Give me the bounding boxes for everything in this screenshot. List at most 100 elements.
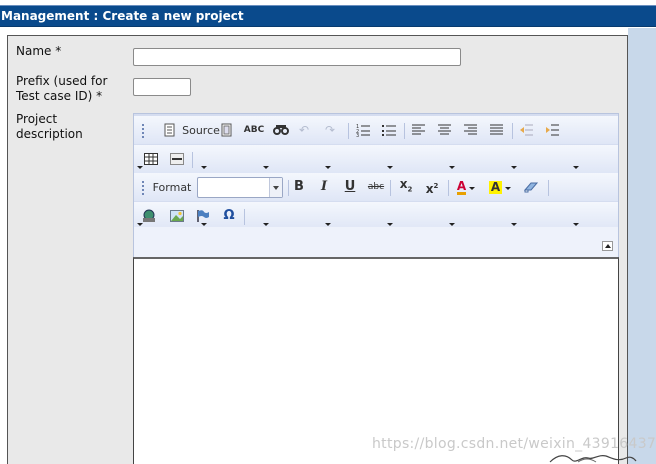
toolbar-grip [142, 124, 144, 138]
dropdown-marker-icon [137, 223, 143, 226]
flash-icon [197, 210, 209, 222]
dropdown-arrow-icon [469, 186, 476, 190]
find-icon [273, 125, 289, 135]
templates-icon [221, 123, 232, 137]
toolbar-separator [404, 123, 405, 139]
indent-button[interactable] [544, 122, 562, 138]
dropdown-marker-icon [263, 223, 269, 226]
dropdown-marker-icon [573, 223, 579, 226]
align-left-button[interactable] [410, 122, 428, 138]
superscript-icon: x2 [425, 181, 439, 196]
toolbar-row-1: Source ABC ↶ ↷ 123 [134, 116, 618, 144]
dropdown-marker-icon [449, 166, 455, 169]
table-icon [144, 153, 158, 165]
outdent-button[interactable] [518, 122, 536, 138]
dropdown-marker-icon [387, 166, 393, 169]
justify-button[interactable] [488, 122, 506, 138]
toolbar-separator [512, 123, 513, 139]
background-color-button[interactable]: A [486, 179, 514, 195]
superscript-button[interactable]: x2 [422, 179, 442, 196]
image-button[interactable] [168, 208, 186, 224]
outdent-icon [520, 124, 533, 136]
table-button[interactable] [142, 151, 160, 167]
toolbar-row-3: Format B I U abc x2 x2 A A [134, 173, 618, 201]
dropdown-marker-icon [511, 223, 517, 226]
dropdown-marker-icon [263, 166, 269, 169]
text-color-button[interactable]: A [452, 179, 480, 195]
align-left-icon [412, 124, 425, 135]
image-icon [170, 210, 184, 222]
chevron-down-icon [269, 178, 282, 197]
underline-icon: U [344, 179, 356, 194]
spellcheck-icon: ABC [243, 125, 265, 135]
dropdown-marker-icon [573, 166, 579, 169]
rich-text-editor: Source ABC ↶ ↷ 123 Format B I U abc x2 x… [133, 113, 619, 258]
special-char-icon: Ω [223, 208, 235, 223]
bold-icon: B [294, 179, 304, 194]
align-right-icon [464, 124, 477, 135]
templates-button[interactable] [218, 122, 236, 138]
toolbar-separator [348, 123, 349, 139]
source-icon [164, 123, 175, 137]
dropdown-marker-icon [201, 223, 207, 226]
special-char-button[interactable]: Ω [220, 208, 238, 224]
redo-icon: ↷ [324, 123, 336, 137]
name-label: Name * [16, 44, 62, 58]
subscript-button[interactable]: x2 [396, 177, 416, 195]
anchor-link-button[interactable] [140, 208, 158, 224]
bulleted-list-button[interactable] [380, 122, 398, 138]
prefix-input[interactable] [133, 78, 191, 96]
svg-text:3: 3 [356, 133, 359, 137]
page-title: Management : Create a new project [0, 5, 656, 27]
toolbar-separator [548, 180, 549, 196]
italic-icon: I [320, 179, 328, 194]
dropdown-marker-icon [449, 223, 455, 226]
numbered-list-icon: 123 [356, 124, 370, 137]
strikethrough-button[interactable]: abc [366, 179, 386, 195]
prefix-label-line1: Prefix (used for [16, 74, 108, 88]
eraser-button[interactable] [522, 179, 540, 195]
right-sidebar-strip [628, 28, 656, 464]
strikethrough-icon: abc [367, 182, 385, 192]
toolbar-separator [244, 209, 245, 225]
editor-content-area[interactable] [133, 257, 619, 464]
redo-button[interactable]: ↷ [322, 122, 338, 138]
align-right-button[interactable] [462, 122, 480, 138]
horizontal-rule-button[interactable] [168, 151, 186, 167]
justify-icon [490, 124, 503, 135]
toolbar-separator [390, 180, 391, 196]
dropdown-marker-icon [511, 166, 517, 169]
dropdown-arrow-icon [505, 186, 512, 190]
italic-button[interactable]: I [315, 179, 333, 195]
collapse-icon[interactable] [602, 241, 613, 251]
watermark-text: https://blog.csdn.net/weixin_43916437 [372, 436, 656, 452]
decorative-swirl [549, 454, 637, 463]
dropdown-marker-icon [137, 166, 143, 169]
format-label: Format [152, 180, 192, 194]
toolbar-separator [288, 180, 289, 196]
dropdown-marker-icon [325, 166, 331, 169]
description-label-line1: Project [16, 112, 58, 126]
flash-button[interactable] [194, 208, 212, 224]
underline-button[interactable]: U [341, 179, 359, 195]
horizontal-rule-icon [170, 153, 184, 165]
subscript-icon: x2 [399, 177, 413, 194]
bold-button[interactable]: B [290, 179, 308, 195]
align-center-button[interactable] [436, 122, 454, 138]
description-label-line2: description [16, 127, 83, 141]
name-input[interactable] [133, 48, 461, 66]
undo-button[interactable]: ↶ [296, 122, 312, 138]
format-dropdown[interactable] [197, 177, 283, 198]
undo-icon: ↶ [298, 123, 310, 137]
align-center-icon [438, 124, 451, 135]
spellcheck-button[interactable]: ABC [244, 122, 264, 138]
prefix-label-line2: Test case ID) * [16, 89, 103, 103]
numbered-list-button[interactable]: 123 [354, 122, 372, 138]
anchor-icon [143, 209, 155, 222]
find-button[interactable] [272, 122, 290, 138]
toolbar-collapse-area [134, 227, 618, 257]
toolbar-separator [448, 180, 449, 196]
background-color-icon: A [488, 179, 503, 194]
dropdown-marker-icon [387, 223, 393, 226]
text-color-icon: A [456, 178, 467, 195]
